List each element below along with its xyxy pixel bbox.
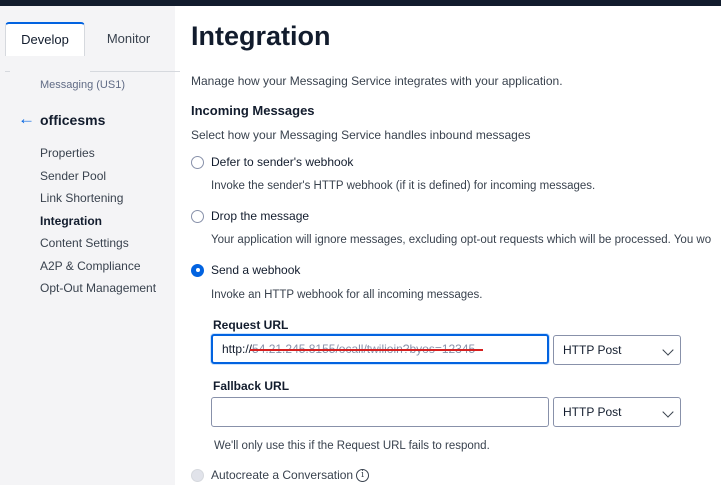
request-url-redacted-value: 54.21.245.8155/ocall/twilioin?byos=12345 [252, 342, 476, 356]
incoming-messages-description: Select how your Messaging Service handle… [191, 128, 531, 142]
request-url-label: Request URL [213, 318, 289, 332]
toggle-autocreate[interactable] [191, 468, 204, 482]
tab-monitor[interactable]: Monitor [87, 22, 170, 56]
service-region: Messaging (US1) [40, 79, 125, 91]
radio-button[interactable] [191, 209, 204, 223]
radio-help-webhook: Invoke an HTTP webhook for all incoming … [211, 289, 483, 301]
page-title: Integration [191, 21, 331, 51]
tab-develop[interactable]: Develop [5, 22, 85, 56]
fallback-url-hint: We'll only use this if the Request URL f… [214, 440, 490, 452]
select-value: HTTP Post [563, 343, 622, 357]
sidebar: Develop Monitor Messaging (US1) ← office… [0, 6, 180, 485]
request-url-input[interactable]: http://54.21.245.8155/ocall/twilioin?byo… [211, 334, 549, 364]
request-url-method-select[interactable]: HTTP Post [553, 335, 681, 365]
fallback-url-label: Fallback URL [213, 379, 290, 393]
sidebar-item-properties[interactable]: Properties [40, 142, 156, 165]
fallback-url-input[interactable] [211, 397, 549, 427]
select-value: HTTP Post [563, 405, 622, 419]
radio-label: Defer to sender's webhook [211, 155, 354, 169]
radio-button-checked[interactable] [191, 263, 204, 277]
main-content: Integration Manage how your Messaging Se… [191, 6, 721, 485]
chevron-down-icon [662, 344, 674, 356]
autocreate-label: Autocreate a Conversation [211, 468, 354, 482]
radio-button[interactable] [191, 155, 204, 169]
info-icon[interactable]: i [356, 468, 370, 482]
arrow-left-icon[interactable]: ← [18, 110, 36, 128]
radio-defer-to-sender[interactable]: Defer to sender's webhook [191, 153, 353, 171]
chevron-down-icon [662, 406, 674, 418]
radio-label: Send a webhook [211, 263, 301, 277]
sidebar-item-a2p-compliance[interactable]: A2P & Compliance [40, 255, 156, 278]
radio-help-drop: Your application will ignore messages, e… [211, 234, 712, 246]
request-url-prefix: http:// [222, 342, 253, 356]
sidebar-nav: Properties Sender Pool Link Shortening I… [40, 142, 156, 300]
radio-send-webhook[interactable]: Send a webhook [191, 261, 300, 279]
sidebar-tabs: Develop Monitor [5, 22, 180, 72]
radio-help-defer: Invoke the sender's HTTP webhook (if it … [211, 180, 596, 192]
sidebar-item-link-shortening[interactable]: Link Shortening [40, 187, 156, 210]
sidebar-item-integration[interactable]: Integration [40, 210, 156, 233]
incoming-messages-title: Incoming Messages [191, 103, 315, 118]
radio-label: Drop the message [211, 209, 310, 223]
checkbox-autocreate-conversation[interactable]: Autocreate a Conversation i [191, 466, 370, 484]
radio-drop-message[interactable]: Drop the message [191, 207, 309, 225]
sidebar-item-sender-pool[interactable]: Sender Pool [40, 165, 156, 188]
sidebar-item-content-settings[interactable]: Content Settings [40, 232, 156, 255]
sidebar-item-opt-out-management[interactable]: Opt-Out Management [40, 277, 156, 300]
fallback-url-method-select[interactable]: HTTP Post [553, 397, 681, 427]
back-to-services[interactable]: ← officesms [18, 110, 105, 130]
tab-divider [90, 71, 180, 72]
tab-divider-left [5, 71, 10, 72]
page-description: Manage how your Messaging Service integr… [191, 74, 563, 88]
service-name: officesms [40, 112, 106, 128]
